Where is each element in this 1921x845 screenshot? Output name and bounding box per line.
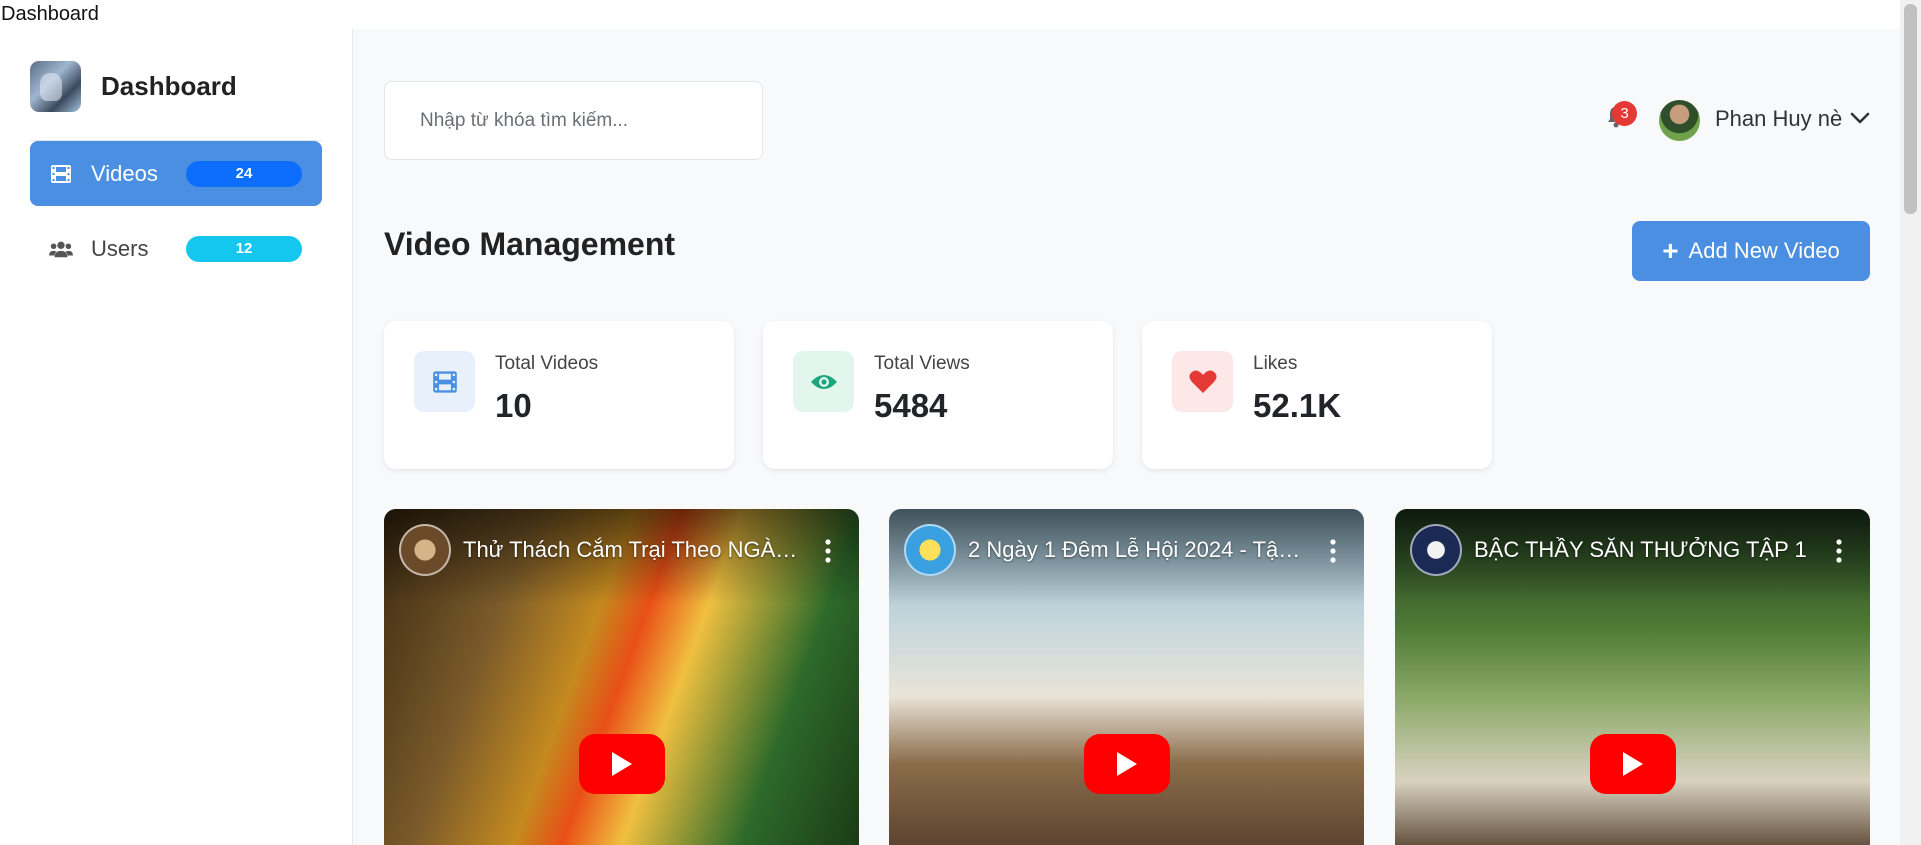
heart-icon — [1172, 351, 1233, 412]
play-icon — [1116, 752, 1137, 776]
stat-value: 5484 — [874, 387, 948, 424]
channel-avatar[interactable] — [399, 524, 451, 576]
stat-value: 10 — [495, 387, 532, 424]
more-options-icon[interactable] — [1330, 539, 1336, 563]
more-options-icon[interactable] — [825, 539, 831, 563]
video-title[interactable]: 2 Ngày 1 Đêm Lễ Hội 2024 - Tập 1 — [968, 537, 1308, 563]
users-icon — [49, 237, 73, 261]
film-icon — [414, 351, 475, 412]
chevron-down-icon[interactable] — [1850, 111, 1870, 125]
play-button[interactable] — [1589, 734, 1676, 794]
avatar[interactable] — [1659, 100, 1700, 141]
search-input[interactable] — [420, 109, 727, 132]
film-icon — [49, 162, 73, 186]
sidebar-item-videos[interactable]: Videos 24 — [30, 141, 322, 206]
brand-title: Dashboard — [101, 71, 237, 101]
plus-icon: + — [1662, 235, 1679, 266]
play-icon — [611, 752, 632, 776]
sidebar-item-label: Videos — [91, 160, 158, 186]
add-new-video-button[interactable]: + Add New Video — [1632, 221, 1870, 281]
video-card[interactable]: 2 Ngày 1 Đêm Lễ Hội 2024 - Tập 1 — [889, 509, 1364, 845]
stat-label: Likes — [1253, 353, 1298, 374]
add-button-label: Add New Video — [1688, 238, 1840, 263]
scrollbar[interactable] — [1900, 0, 1921, 845]
sidebar: Dashboard Videos 24 Users 12 — [0, 29, 353, 845]
stat-card-total-views: Total Views 5484 — [763, 321, 1113, 469]
eye-icon — [793, 351, 854, 412]
video-title[interactable]: Thử Thách Cắm Trại Theo NGÀY THÁNG NĂM S… — [463, 537, 803, 563]
play-icon — [1622, 752, 1643, 776]
stat-card-total-videos: Total Videos 10 — [384, 321, 734, 469]
play-button[interactable] — [578, 734, 665, 794]
notification-badge: 3 — [1612, 101, 1637, 126]
brand-logo — [30, 61, 81, 112]
sidebar-item-label: Users — [91, 235, 149, 261]
count-badge: 24 — [186, 160, 302, 187]
sidebar-item-users[interactable]: Users 12 — [30, 216, 322, 281]
brand[interactable]: Dashboard — [30, 61, 237, 112]
video-card[interactable]: Thử Thách Cắm Trại Theo NGÀY THÁNG NĂM S… — [384, 509, 859, 845]
stat-label: Total Views — [874, 353, 970, 374]
count-badge: 12 — [186, 235, 302, 262]
stat-value: 52.1K — [1253, 387, 1342, 424]
window-title: Dashboard — [0, 0, 1900, 29]
stat-card-likes: Likes 52.1K — [1142, 321, 1492, 469]
user-name[interactable]: Phan Huy nè — [1715, 106, 1842, 132]
video-card[interactable]: BẬC THẦY SĂN THƯỞNG TẬP 1 — [1395, 509, 1870, 845]
stat-label: Total Videos — [495, 353, 599, 374]
channel-avatar[interactable] — [1410, 524, 1462, 576]
play-button[interactable] — [1083, 734, 1170, 794]
channel-avatar[interactable] — [904, 524, 956, 576]
video-title[interactable]: BẬC THẦY SĂN THƯỞNG TẬP 1 — [1474, 537, 1814, 563]
more-options-icon[interactable] — [1836, 539, 1842, 563]
page-title: Video Management — [384, 226, 676, 262]
scrollbar-thumb[interactable] — [1904, 4, 1917, 214]
search-box — [384, 81, 763, 160]
